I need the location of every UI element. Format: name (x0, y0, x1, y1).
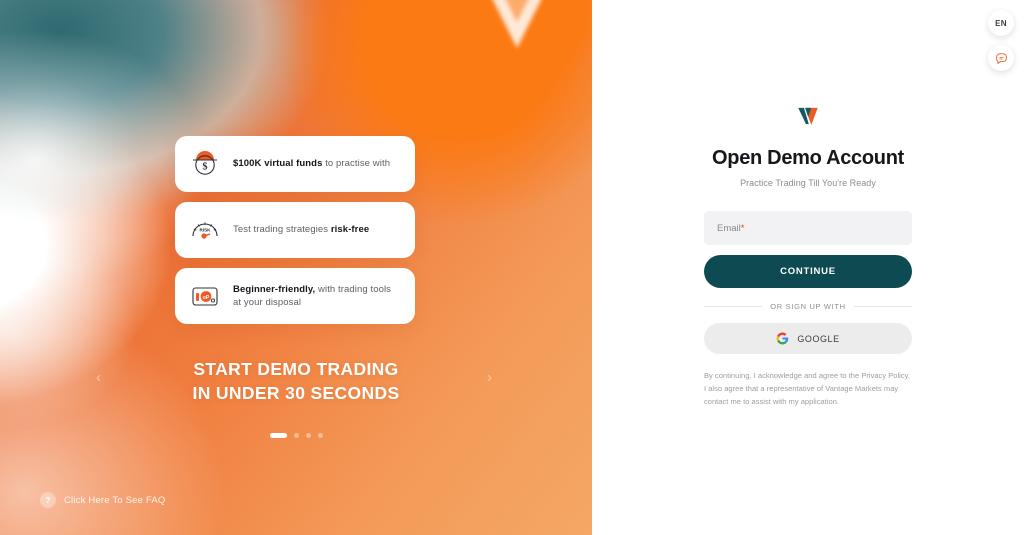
google-signup-label: GOOGLE (797, 333, 840, 344)
promo-headline-line-2: IN UNDER 30 SECONDS (192, 382, 400, 403)
feature-rest: to practise with (322, 158, 391, 170)
divider-line-right (853, 306, 912, 307)
carousel-prev-icon[interactable]: ‹ (96, 370, 101, 385)
chat-bubble-icon (995, 52, 1007, 64)
divider-label: OR SIGN UP WITH (770, 302, 846, 311)
question-mark-icon: ? (40, 492, 56, 508)
feature-card: $ $100K virtual funds to practise with (175, 136, 415, 192)
carousel-next-icon[interactable]: › (487, 370, 492, 385)
page-subtitle: Practice Trading Till You're Ready (740, 178, 876, 188)
risk-gauge-icon: RISK (192, 222, 218, 239)
feature-strong: risk-free (330, 224, 370, 236)
feature-strong: $100K virtual funds (233, 158, 323, 170)
google-g-icon (776, 332, 789, 345)
feature-card-text: Beginner-friendly, with trading tools at… (233, 283, 401, 310)
feature-pre: Test trading strategies (233, 224, 331, 236)
top-right-controls: EN (988, 10, 1014, 71)
feature-card: RISK Test trading strategies risk-free (175, 202, 415, 258)
feature-card: oP Beginner-friendly, with trading tools… (175, 268, 415, 324)
piggy-bank-dollar-icon: $ (193, 151, 217, 175)
feature-card-list: $ $100K virtual funds to practise with R… (175, 136, 415, 324)
carousel-dots (0, 433, 592, 438)
email-field-label: Email (717, 222, 741, 234)
vantage-v-logo-icon (493, 0, 541, 48)
or-divider: OR SIGN UP WITH (704, 302, 912, 311)
vantage-v-logo-icon (798, 107, 818, 125)
svg-text:$: $ (203, 162, 208, 173)
faq-link-label: Click Here To See FAQ (64, 494, 166, 506)
promo-headline: START DEMO TRADING IN UNDER 30 SECONDS (0, 358, 592, 405)
feature-strong: Beginner-friendly, (233, 283, 316, 295)
form-panel: EN Open Demo Account Practice Trading Ti… (592, 0, 1024, 535)
feature-card-text: Test trading strategies risk-free (233, 223, 369, 236)
carousel-dot[interactable] (317, 433, 323, 438)
faq-link[interactable]: ? Click Here To See FAQ (40, 492, 166, 508)
language-switch-button[interactable]: EN (988, 10, 1014, 36)
promo-headline-line-1: START DEMO TRADING (193, 359, 399, 379)
svg-text:oP: oP (203, 295, 210, 301)
divider-line-left (704, 306, 763, 307)
carousel-dot[interactable] (269, 433, 287, 438)
required-asterisk: * (740, 222, 745, 234)
google-signup-button[interactable]: GOOGLE (704, 323, 912, 354)
trading-tools-icon: oP (192, 287, 218, 306)
continue-button[interactable]: CONTINUE (704, 255, 912, 288)
email-field[interactable]: Email * (704, 211, 912, 245)
page-title: Open Demo Account (712, 147, 904, 169)
feature-card-text: $100K virtual funds to practise with (233, 157, 390, 170)
chat-support-button[interactable] (988, 45, 1014, 71)
carousel-dot[interactable] (305, 433, 311, 438)
signup-form: Open Demo Account Practice Trading Till … (704, 98, 912, 409)
promo-panel: $ $100K virtual funds to practise with R… (0, 0, 592, 535)
signup-screen: $ $100K virtual funds to practise with R… (0, 0, 1024, 535)
svg-text:RISK: RISK (200, 228, 212, 233)
carousel-dot[interactable] (293, 433, 299, 438)
brand-logo (790, 98, 826, 134)
disclaimer-text: By continuing, I acknowledge and agree t… (704, 371, 910, 406)
